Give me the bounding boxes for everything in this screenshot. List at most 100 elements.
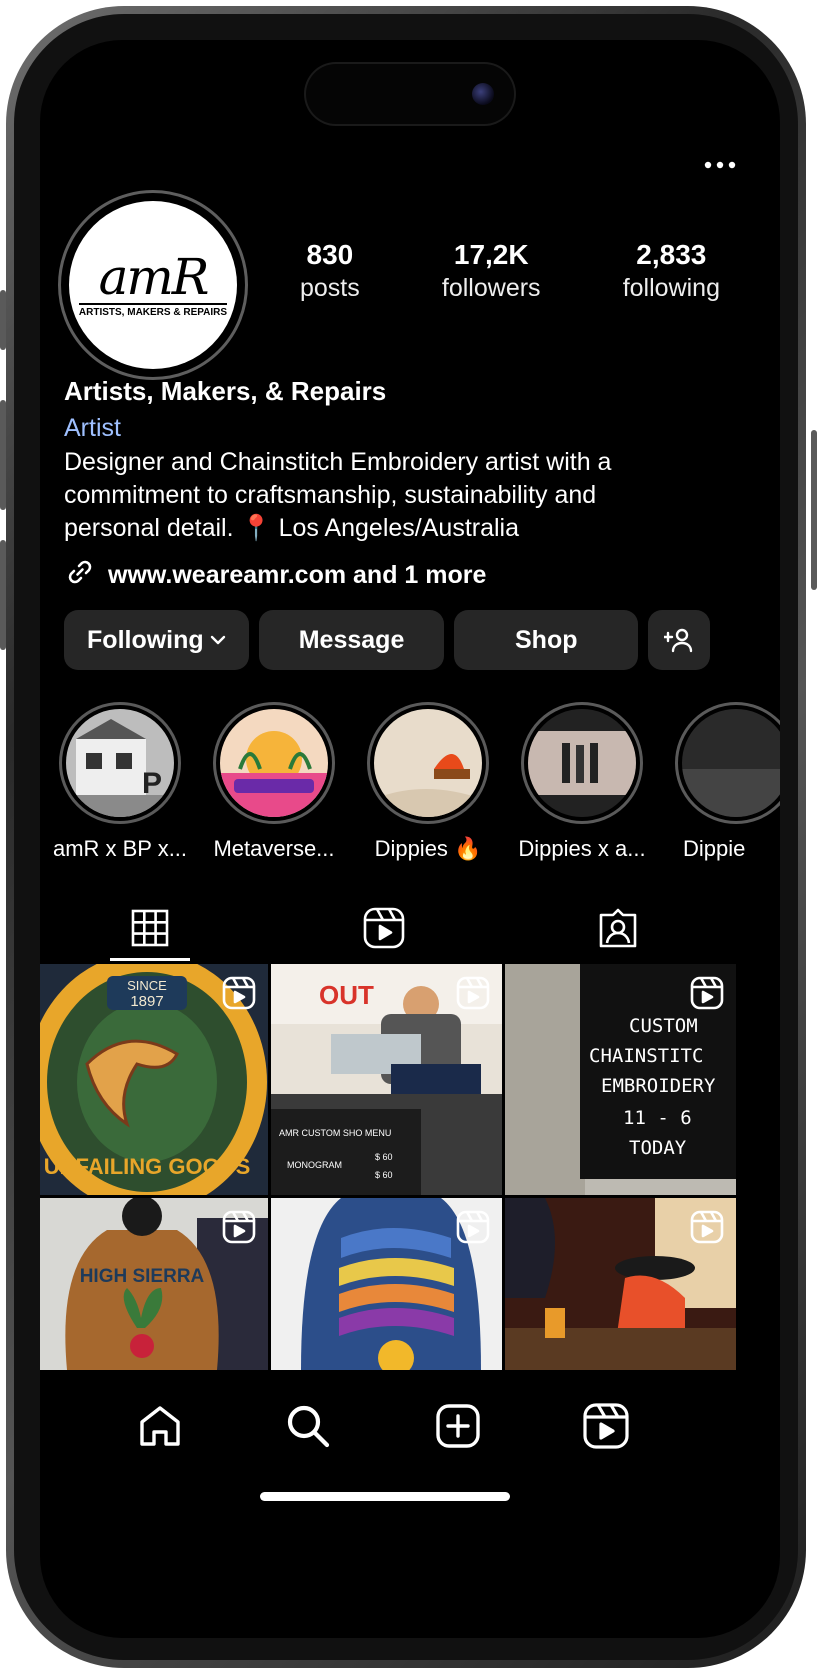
highlight-item[interactable]: P amR x BP x... — [45, 702, 195, 862]
profile-bio: Designer and Chainstitch Embroidery arti… — [64, 446, 754, 545]
reel-badge-icon — [456, 976, 490, 1015]
profile-name: Artists, Makers, & Repairs — [64, 376, 387, 406]
message-button[interactable]: Message — [258, 610, 445, 670]
jacket-text: HIGH SIERRA — [80, 1266, 205, 1287]
post-thumbnail[interactable]: CUSTOM CHAINSTITC EMBROIDERY 11 - 6 TODA… — [505, 964, 736, 1195]
post-thumbnail[interactable] — [505, 1198, 736, 1370]
post-thumbnail[interactable]: OUT AMR CUSTOM SHO MENU MONOGRAM $ 60 $ … — [271, 964, 502, 1195]
svg-text:P: P — [142, 767, 162, 800]
reels-icon — [363, 907, 405, 949]
patch-bottom: UNFAILING GOODS — [44, 1154, 251, 1179]
profile-stats: 830 posts 17,2K followers 2,833 followin… — [300, 238, 720, 304]
highlight-item[interactable]: Metaverse... — [199, 702, 349, 862]
more-options-icon[interactable] — [704, 150, 736, 170]
screen: amR ARTISTS, MAKERS & REPAIRS 830 posts … — [40, 40, 780, 1638]
highlight-ring — [675, 702, 780, 824]
highlight-label: Dippies x a... — [518, 836, 646, 861]
story-highlights: P amR x BP x... Metaverse... Dippies 🔥 D… — [40, 702, 780, 862]
highlight-item[interactable]: Dippies 🔥 — [353, 702, 503, 862]
menu-price: $ 60 — [375, 1170, 393, 1180]
highlight-item[interactable]: Dippie — [661, 702, 780, 862]
chevron-down-icon — [210, 635, 226, 645]
profile-link[interactable]: www.weareamr.com and 1 more — [64, 556, 486, 595]
menu-price: $ 60 — [375, 1152, 393, 1162]
tab-posts[interactable] — [110, 895, 190, 961]
shop-button[interactable]: Shop — [454, 610, 639, 670]
reel-badge-icon — [690, 976, 724, 1015]
reel-badge-icon — [456, 1210, 490, 1249]
stat-value: 17,2K — [453, 239, 529, 270]
tagged-icon — [597, 907, 639, 949]
bio-line: Designer and Chainstitch Embroidery arti… — [64, 448, 612, 476]
reel-badge-icon — [690, 1210, 724, 1249]
bio-line: commitment to craftsmanship, sustainabil… — [64, 481, 597, 509]
search-icon — [284, 1402, 332, 1450]
posts-grid: SINCE 1897 UNFAILING GOODS OUT AMR CUSTO… — [40, 964, 780, 1429]
active-tab-indicator — [110, 958, 190, 961]
volume-down-button — [0, 540, 6, 650]
home-icon — [136, 1402, 184, 1450]
bio-line: personal detail. 📍 Los Angeles/Australia — [64, 514, 520, 542]
reel-badge-icon — [222, 1210, 256, 1249]
svg-text:OUT: OUT — [319, 980, 374, 1010]
nav-create[interactable] — [428, 1396, 488, 1456]
profile-avatar[interactable]: amR ARTISTS, MAKERS & REPAIRS — [58, 190, 248, 380]
following-label: Following — [87, 625, 204, 654]
highlight-ring: P — [59, 702, 181, 824]
profile-category[interactable]: Artist — [64, 414, 121, 443]
menu-sign-text: AMR CUSTOM SHO MENU — [279, 1128, 391, 1138]
home-indicator[interactable] — [260, 1492, 510, 1501]
highlight-thumbnail: P — [66, 709, 174, 817]
add-user-icon — [664, 627, 694, 653]
followers-count[interactable]: 17,2K followers — [442, 238, 541, 304]
reel-badge-icon — [222, 976, 256, 1015]
profile-tabs — [40, 895, 780, 965]
patch-year: 1897 — [130, 993, 163, 1010]
stat-value: 2,833 — [636, 239, 707, 270]
nav-reels[interactable] — [576, 1396, 636, 1456]
link-icon — [64, 556, 96, 595]
following-button[interactable]: Following — [64, 610, 249, 670]
stat-label: followers — [441, 274, 541, 302]
highlight-label: Metaverse... — [213, 836, 335, 861]
bottom-nav — [40, 1372, 780, 1532]
posts-count[interactable]: 830 posts — [300, 238, 360, 304]
power-button — [811, 430, 817, 590]
tab-tagged[interactable] — [578, 895, 658, 961]
highlight-label: Dippie — [683, 836, 746, 861]
avatar: amR ARTISTS, MAKERS & REPAIRS — [69, 201, 237, 369]
following-count[interactable]: 2,833 following — [623, 238, 720, 304]
add-user-button[interactable] — [648, 610, 711, 670]
sign-line: CUSTOM — [629, 1015, 698, 1037]
highlight-thumbnail — [374, 709, 482, 817]
nav-search[interactable] — [278, 1396, 338, 1456]
stat-value: 830 — [306, 239, 354, 270]
sign-line: EMBROIDERY — [601, 1075, 716, 1097]
sign-line: 11 - 6 — [623, 1107, 692, 1129]
post-thumbnail[interactable]: SINCE 1897 UNFAILING GOODS — [40, 964, 268, 1195]
link-text: www.weareamr.com and 1 more — [108, 561, 487, 589]
stat-label: following — [622, 274, 720, 302]
highlight-thumbnail — [220, 709, 328, 817]
highlight-item[interactable]: Dippies x a... — [507, 702, 657, 862]
side-button — [0, 290, 6, 350]
highlight-ring — [521, 702, 643, 824]
profile-actions: Following Message Shop — [64, 610, 711, 670]
dynamic-island — [306, 64, 514, 124]
tab-reels[interactable] — [344, 895, 424, 961]
highlight-label: Dippies 🔥 — [374, 836, 482, 861]
highlight-ring — [213, 702, 335, 824]
camera — [472, 83, 494, 105]
volume-up-button — [0, 400, 6, 510]
menu-monogram: MONOGRAM — [287, 1160, 342, 1170]
highlight-label: amR x BP x... — [52, 836, 188, 861]
reels-icon — [582, 1402, 630, 1450]
nav-home[interactable] — [130, 1396, 190, 1456]
highlight-thumbnail — [528, 709, 636, 817]
logo-subtext: ARTISTS, MAKERS & REPAIRS — [78, 302, 228, 318]
post-thumbnail[interactable]: HIGH SIERRA — [40, 1198, 268, 1370]
post-thumbnail[interactable] — [271, 1198, 502, 1370]
stat-label: posts — [300, 274, 360, 302]
logo-text: amR — [98, 247, 210, 306]
create-icon — [434, 1402, 482, 1450]
